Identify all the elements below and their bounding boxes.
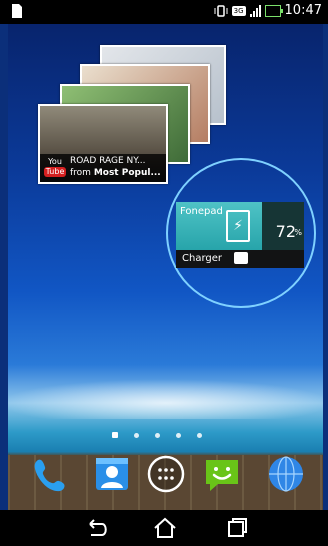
battery-widget-top: Fonepad ⚡ 72 % <box>176 202 304 250</box>
browser-globe-icon[interactable] <box>266 454 306 494</box>
page-indicator[interactable] <box>112 432 202 438</box>
navigation-bar <box>0 510 328 546</box>
contacts-icon[interactable] <box>92 454 132 494</box>
page-dot[interactable] <box>197 432 202 438</box>
video-subtitle-prefix: from <box>70 168 94 178</box>
battery-device-name: Fonepad <box>180 206 223 217</box>
youtube-logo-tube: Tube <box>44 167 66 177</box>
clock: 10:47 <box>284 3 322 18</box>
charger-label: Charger <box>182 253 222 264</box>
messaging-icon[interactable] <box>202 454 242 494</box>
video-stack-card-front[interactable]: You Tube ROAD RAGE NY... from Most Popul… <box>38 104 168 184</box>
battery-bolt-icon: ⚡ <box>226 210 250 242</box>
video-subtitle-source: Most Popul... <box>93 168 161 178</box>
notification-document-icon[interactable] <box>12 4 22 18</box>
battery-percent-sign: % <box>294 228 302 237</box>
page-dot-home[interactable] <box>112 432 118 438</box>
back-icon[interactable] <box>82 515 112 541</box>
status-bar: 3G 10:47 <box>0 0 328 24</box>
network-type-badge: 3G <box>231 5 246 16</box>
signal-icon <box>249 4 261 17</box>
app-dock <box>8 448 323 504</box>
battery-percent-panel: 72 % <box>262 202 304 250</box>
plug-icon <box>234 252 248 264</box>
page-dot[interactable] <box>134 432 139 438</box>
battery-percent: 72 <box>275 222 296 241</box>
battery-charging-icon <box>264 4 283 17</box>
page-dot[interactable] <box>155 432 160 438</box>
video-subtitle: from Most Popul... <box>70 168 161 178</box>
video-title: ROAD RAGE NY... <box>70 156 146 166</box>
video-caption-overlay: You Tube ROAD RAGE NY... from Most Popul… <box>40 154 166 182</box>
battery-widget-bottom: Charger <box>176 250 304 268</box>
home-icon[interactable] <box>150 515 180 541</box>
all-apps-icon[interactable] <box>146 454 186 494</box>
page-dot[interactable] <box>176 432 181 438</box>
youtube-logo: You Tube <box>44 157 66 177</box>
vibrate-icon <box>214 4 228 17</box>
wallpaper-clouds <box>8 379 323 419</box>
phone-icon[interactable] <box>30 454 70 494</box>
youtube-logo-you: You <box>48 157 62 166</box>
battery-widget[interactable]: Fonepad ⚡ 72 % Charger <box>176 202 304 268</box>
recent-apps-icon[interactable] <box>222 515 252 541</box>
